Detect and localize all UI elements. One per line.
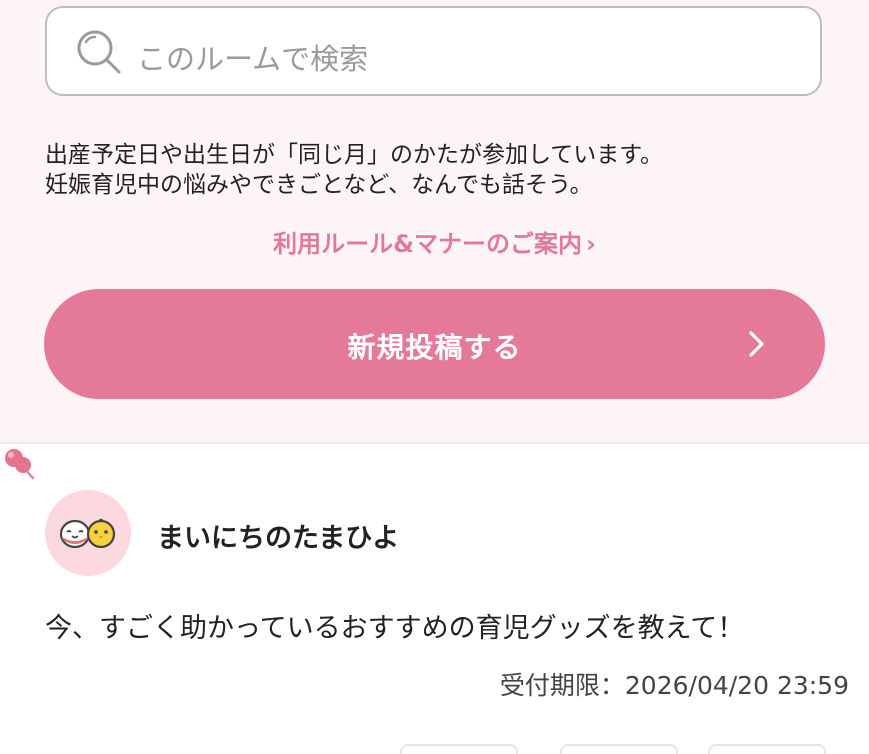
deadline-label: 受付期限： (499, 671, 625, 700)
section-divider (0, 442, 869, 444)
post-deadline: 受付期限：2026/04/20 23:59 (500, 666, 849, 702)
rules-link-label: 利用ルール&マナーのご案内 (273, 230, 583, 258)
room-description-line-1: 出産予定日や出生日が「同じ月」のかたが参加しています。 (45, 142, 664, 168)
post-title[interactable]: 今、すごく助かっているおすすめの育児グッズを教えて！ (45, 606, 744, 645)
egg-chick-avatar-icon (59, 518, 116, 549)
chevron-right-icon: › (586, 230, 596, 258)
new-post-button-label: 新規投稿する (347, 331, 522, 364)
avatar[interactable] (45, 490, 131, 576)
post-author-name[interactable]: まいにちのたまひよ (157, 516, 399, 555)
new-post-button[interactable]: 新規投稿する (44, 289, 825, 399)
reaction-button[interactable] (560, 744, 678, 754)
room-header-panel: このルームで検索 出産予定日や出生日が「同じ月」のかたが参加しています。 妊娠育… (0, 0, 869, 442)
search-input[interactable]: このルームで検索 (45, 6, 822, 96)
reaction-button[interactable] (400, 744, 518, 754)
reaction-button-row (400, 744, 860, 754)
search-placeholder: このルームで検索 (137, 42, 369, 76)
deadline-value: 2026/04/20 23:59 (624, 671, 849, 700)
rules-and-manners-link[interactable]: 利用ルール&マナーのご案内 › (0, 224, 869, 259)
reaction-button[interactable] (708, 744, 826, 754)
search-icon (77, 30, 121, 74)
chevron-right-icon (749, 331, 764, 357)
room-description-line-2: 妊娠育児中の悩みやできごとなど、なんでも話そう。 (45, 172, 593, 198)
pin-icon (5, 449, 35, 480)
room-description: 出産予定日や出生日が「同じ月」のかたが参加しています。 妊娠育児中の悩みやできご… (45, 140, 663, 200)
